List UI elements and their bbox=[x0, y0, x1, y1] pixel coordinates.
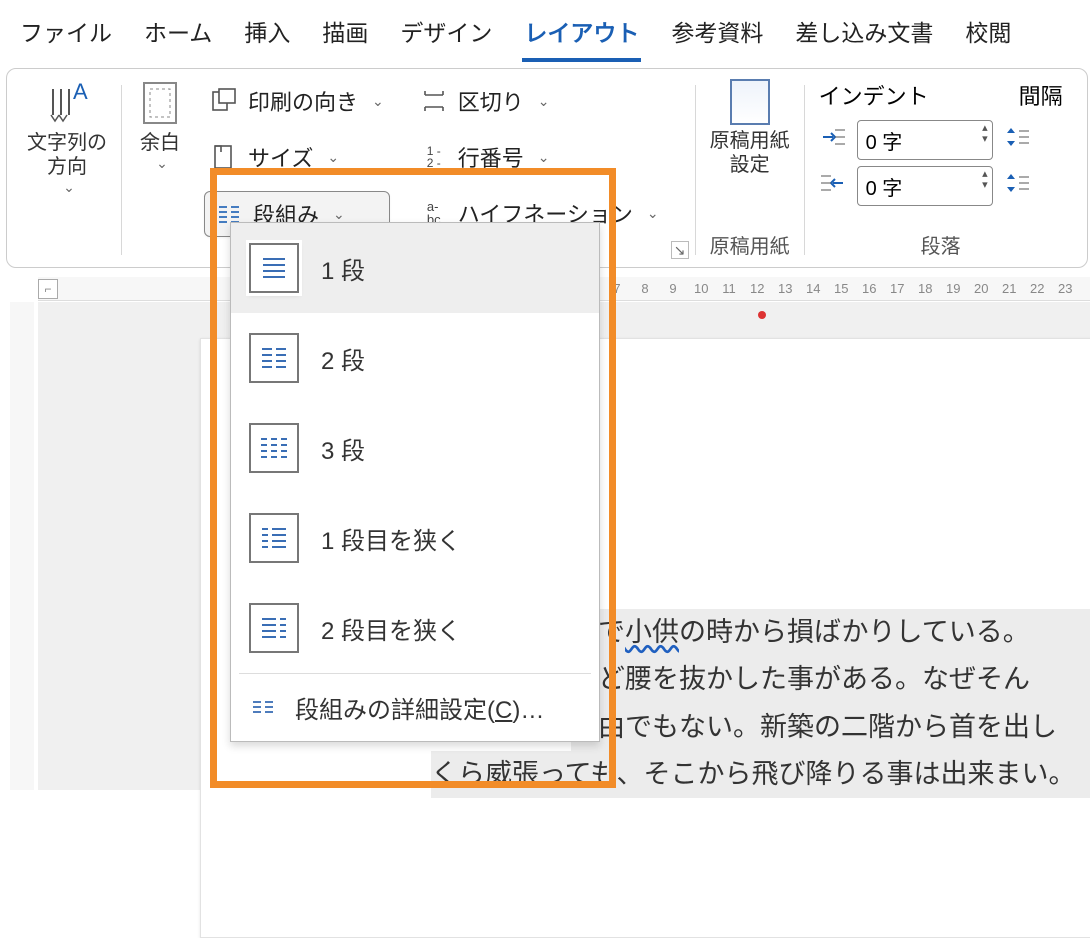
size-label: サイズ bbox=[248, 141, 313, 173]
tab-draw[interactable]: 描画 bbox=[320, 10, 370, 62]
margins-label: 余白 bbox=[140, 131, 180, 155]
breaks-label: 区切り bbox=[458, 85, 524, 117]
chevron-down-icon: ⌄ bbox=[156, 155, 168, 172]
spacing-after-icon bbox=[1003, 172, 1031, 200]
chevron-down-icon: ⌄ bbox=[372, 93, 384, 110]
chevron-down-icon: ⌄ bbox=[63, 179, 75, 196]
page-setup-dialog-launcher[interactable]: ↘ bbox=[671, 241, 689, 259]
columns-option-3[interactable]: 3 段 bbox=[231, 403, 599, 493]
margins-button[interactable]: 余白 ⌄ bbox=[122, 79, 198, 261]
manuscript-icon bbox=[730, 79, 770, 125]
spellcheck-wavy: 小供 bbox=[625, 617, 679, 647]
orientation-icon bbox=[210, 87, 238, 115]
indent-right-value: 0 字 bbox=[866, 172, 903, 201]
tab-review[interactable]: 校閲 bbox=[963, 10, 1013, 62]
columns-option-right-narrow[interactable]: 2 段目を狭く bbox=[231, 583, 599, 673]
columns-option-1-label: 1 段 bbox=[321, 251, 365, 286]
columns-option-left-narrow-label: 1 段目を狭く bbox=[321, 521, 461, 556]
vertical-ruler[interactable] bbox=[10, 302, 34, 790]
indent-right-input[interactable]: 0 字 ▴▾ bbox=[857, 166, 993, 206]
page-size-icon bbox=[210, 143, 238, 171]
indent-left-input[interactable]: 0 字 ▴▾ bbox=[857, 120, 993, 160]
tab-home[interactable]: ホーム bbox=[142, 10, 214, 62]
columns-more-settings[interactable]: 段組みの詳細設定(C)… bbox=[231, 674, 599, 741]
columns-option-left-narrow[interactable]: 1 段目を狭く bbox=[231, 493, 599, 583]
tab-stop-selector[interactable]: ⌐ bbox=[38, 279, 58, 299]
columns-option-3-label: 3 段 bbox=[321, 431, 365, 466]
breaks-button[interactable]: 区切り ⌄ bbox=[414, 79, 665, 123]
chevron-down-icon: ⌄ bbox=[327, 149, 339, 166]
size-button[interactable]: サイズ ⌄ bbox=[204, 135, 390, 179]
breaks-icon bbox=[420, 87, 448, 115]
tab-file[interactable]: ファイル bbox=[18, 10, 114, 62]
indent-left-icon bbox=[819, 127, 847, 153]
columns-1-icon bbox=[249, 243, 299, 293]
document-line-1: 砲で小供の時から損ばかりしている。 bbox=[571, 609, 1090, 656]
line-numbers-label: 行番号 bbox=[458, 141, 524, 173]
spacing-before-icon bbox=[1003, 126, 1031, 154]
svg-text:A: A bbox=[73, 79, 88, 104]
document-line-2: ほど腰を抜かした事がある。なぜそん bbox=[571, 656, 1090, 703]
spinner-arrows[interactable]: ▴▾ bbox=[982, 123, 988, 145]
tab-insert[interactable]: 挿入 bbox=[242, 10, 292, 62]
chevron-down-icon: ⌄ bbox=[333, 206, 345, 223]
columns-2-icon bbox=[249, 333, 299, 383]
spacing-title: 間隔 bbox=[1019, 79, 1063, 111]
paragraph-group-label: 段落 bbox=[805, 230, 1077, 259]
columns-option-1[interactable]: 1 段 bbox=[231, 223, 599, 313]
columns-icon bbox=[249, 694, 277, 722]
line-numbers-button[interactable]: 1 -2 - 行番号 ⌄ bbox=[414, 135, 665, 179]
indent-right-icon bbox=[819, 173, 847, 199]
text-direction-button[interactable]: A 文字列の 方向 ⌄ bbox=[13, 79, 121, 261]
margins-icon bbox=[136, 79, 184, 127]
manuscript-settings-label: 原稿用紙 設定 bbox=[710, 129, 790, 177]
manuscript-group: 原稿用紙 設定 原稿用紙 bbox=[696, 79, 804, 261]
columns-dropdown: 1 段 2 段 3 段 1 段目を狭く 2 段目を狭く bbox=[230, 222, 600, 742]
manuscript-settings-button[interactable]: 原稿用紙 設定 bbox=[710, 79, 790, 177]
ribbon-tabs: ファイル ホーム 挿入 描画 デザイン レイアウト 参考資料 差し込み文書 校閲 bbox=[0, 0, 1090, 62]
chevron-down-icon: ⌄ bbox=[538, 93, 550, 110]
document-line-3: 理由でもない。新築の二階から首を出し bbox=[571, 704, 1090, 751]
ruler-marker[interactable] bbox=[758, 311, 766, 319]
ruler-numbers: 7891011121314151617181920212223 bbox=[610, 281, 1072, 296]
chevron-down-icon: ⌄ bbox=[647, 205, 659, 222]
text-direction-icon: A bbox=[43, 79, 91, 127]
document-line-4: くら威張っても、そこから飛び降りる事は出来まい。 bbox=[431, 751, 1090, 798]
columns-3-icon bbox=[249, 423, 299, 473]
columns-option-right-narrow-label: 2 段目を狭く bbox=[321, 611, 461, 646]
orientation-button[interactable]: 印刷の向き ⌄ bbox=[204, 79, 390, 123]
line-numbers-icon: 1 -2 - bbox=[420, 143, 448, 171]
spinner-arrows[interactable]: ▴▾ bbox=[982, 169, 988, 191]
columns-right-narrow-icon bbox=[249, 603, 299, 653]
tab-layout[interactable]: レイアウト bbox=[522, 10, 641, 62]
orientation-label: 印刷の向き bbox=[248, 85, 358, 117]
columns-more-label: 段組みの詳細設定(C)… bbox=[295, 690, 544, 725]
text-direction-label: 文字列の 方向 bbox=[27, 131, 107, 179]
columns-option-2[interactable]: 2 段 bbox=[231, 313, 599, 403]
tab-design[interactable]: デザイン bbox=[398, 10, 494, 62]
tab-mailmerge[interactable]: 差し込み文書 bbox=[793, 10, 935, 62]
columns-option-2-label: 2 段 bbox=[321, 341, 365, 376]
tab-references[interactable]: 参考資料 bbox=[669, 10, 765, 62]
manuscript-group-label: 原稿用紙 bbox=[696, 230, 804, 259]
indent-title: インデント bbox=[819, 79, 929, 111]
indent-left-value: 0 字 bbox=[866, 126, 903, 155]
chevron-down-icon: ⌄ bbox=[538, 149, 550, 166]
columns-left-narrow-icon bbox=[249, 513, 299, 563]
